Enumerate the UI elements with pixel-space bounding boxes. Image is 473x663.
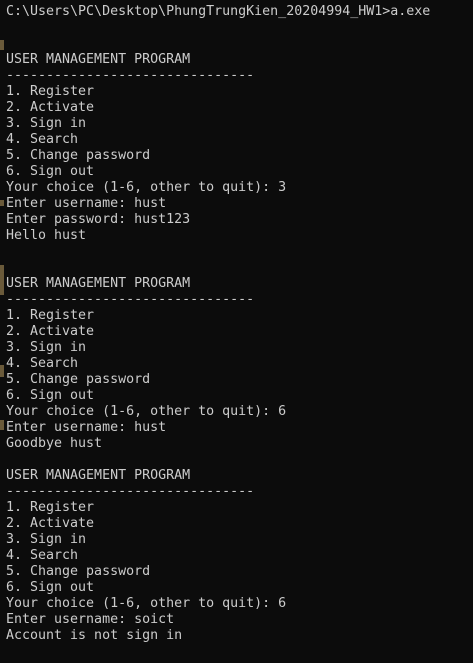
console-line: Your choice (1-6, other to quit): 6 bbox=[6, 596, 287, 611]
console-line: 5. Change password bbox=[6, 372, 151, 387]
console-line: C:\Users\PC\Desktop\PhungTrungKien_20204… bbox=[6, 4, 431, 19]
console-line: 1. Register bbox=[6, 308, 95, 323]
background-window-edge bbox=[0, 0, 4, 663]
console-line: 5. Change password bbox=[6, 564, 151, 579]
console-line: 4. Search bbox=[6, 548, 79, 563]
console-line: 6. Sign out bbox=[6, 164, 95, 179]
console-line: Enter username: hust bbox=[6, 196, 167, 211]
console-line: 6. Sign out bbox=[6, 580, 95, 595]
console-line: Goodbye hust bbox=[6, 436, 103, 451]
console-line: ------------------------------- bbox=[6, 484, 255, 499]
console-line: Hello hust bbox=[6, 228, 87, 243]
console-line: 4. Search bbox=[6, 356, 79, 371]
console-line: 6. Sign out bbox=[6, 388, 95, 403]
console-line: Your choice (1-6, other to quit): 6 bbox=[6, 404, 287, 419]
console-line: Your choice (1-6, other to quit): 3 bbox=[6, 180, 287, 195]
console-line: Enter password: hust123 bbox=[6, 212, 191, 227]
console-line: 3. Sign in bbox=[6, 340, 87, 355]
console-line: 4. Search bbox=[6, 132, 79, 147]
console-line: 1. Register bbox=[6, 500, 95, 515]
console-line: Account is not sign in bbox=[6, 628, 183, 643]
console-line: 2. Activate bbox=[6, 516, 95, 531]
console-line: ------------------------------- bbox=[6, 292, 255, 307]
console-line: 2. Activate bbox=[6, 324, 95, 339]
console-line: Enter username: hust bbox=[6, 420, 167, 435]
console-line: USER MANAGEMENT PROGRAM bbox=[6, 52, 191, 67]
console-output[interactable]: C:\Users\PC\Desktop\PhungTrungKien_20204… bbox=[0, 0, 473, 663]
console-line: 1. Register bbox=[6, 84, 95, 99]
console-line: USER MANAGEMENT PROGRAM bbox=[6, 468, 191, 483]
console-line: USER MANAGEMENT PROGRAM bbox=[6, 276, 191, 291]
console-line: Enter username: soict bbox=[6, 612, 175, 627]
console-line: ------------------------------- bbox=[6, 68, 255, 83]
console-line: 3. Sign in bbox=[6, 532, 87, 547]
console-line: 2. Activate bbox=[6, 100, 95, 115]
console-line: 3. Sign in bbox=[6, 116, 87, 131]
console-line: 5. Change password bbox=[6, 148, 151, 163]
